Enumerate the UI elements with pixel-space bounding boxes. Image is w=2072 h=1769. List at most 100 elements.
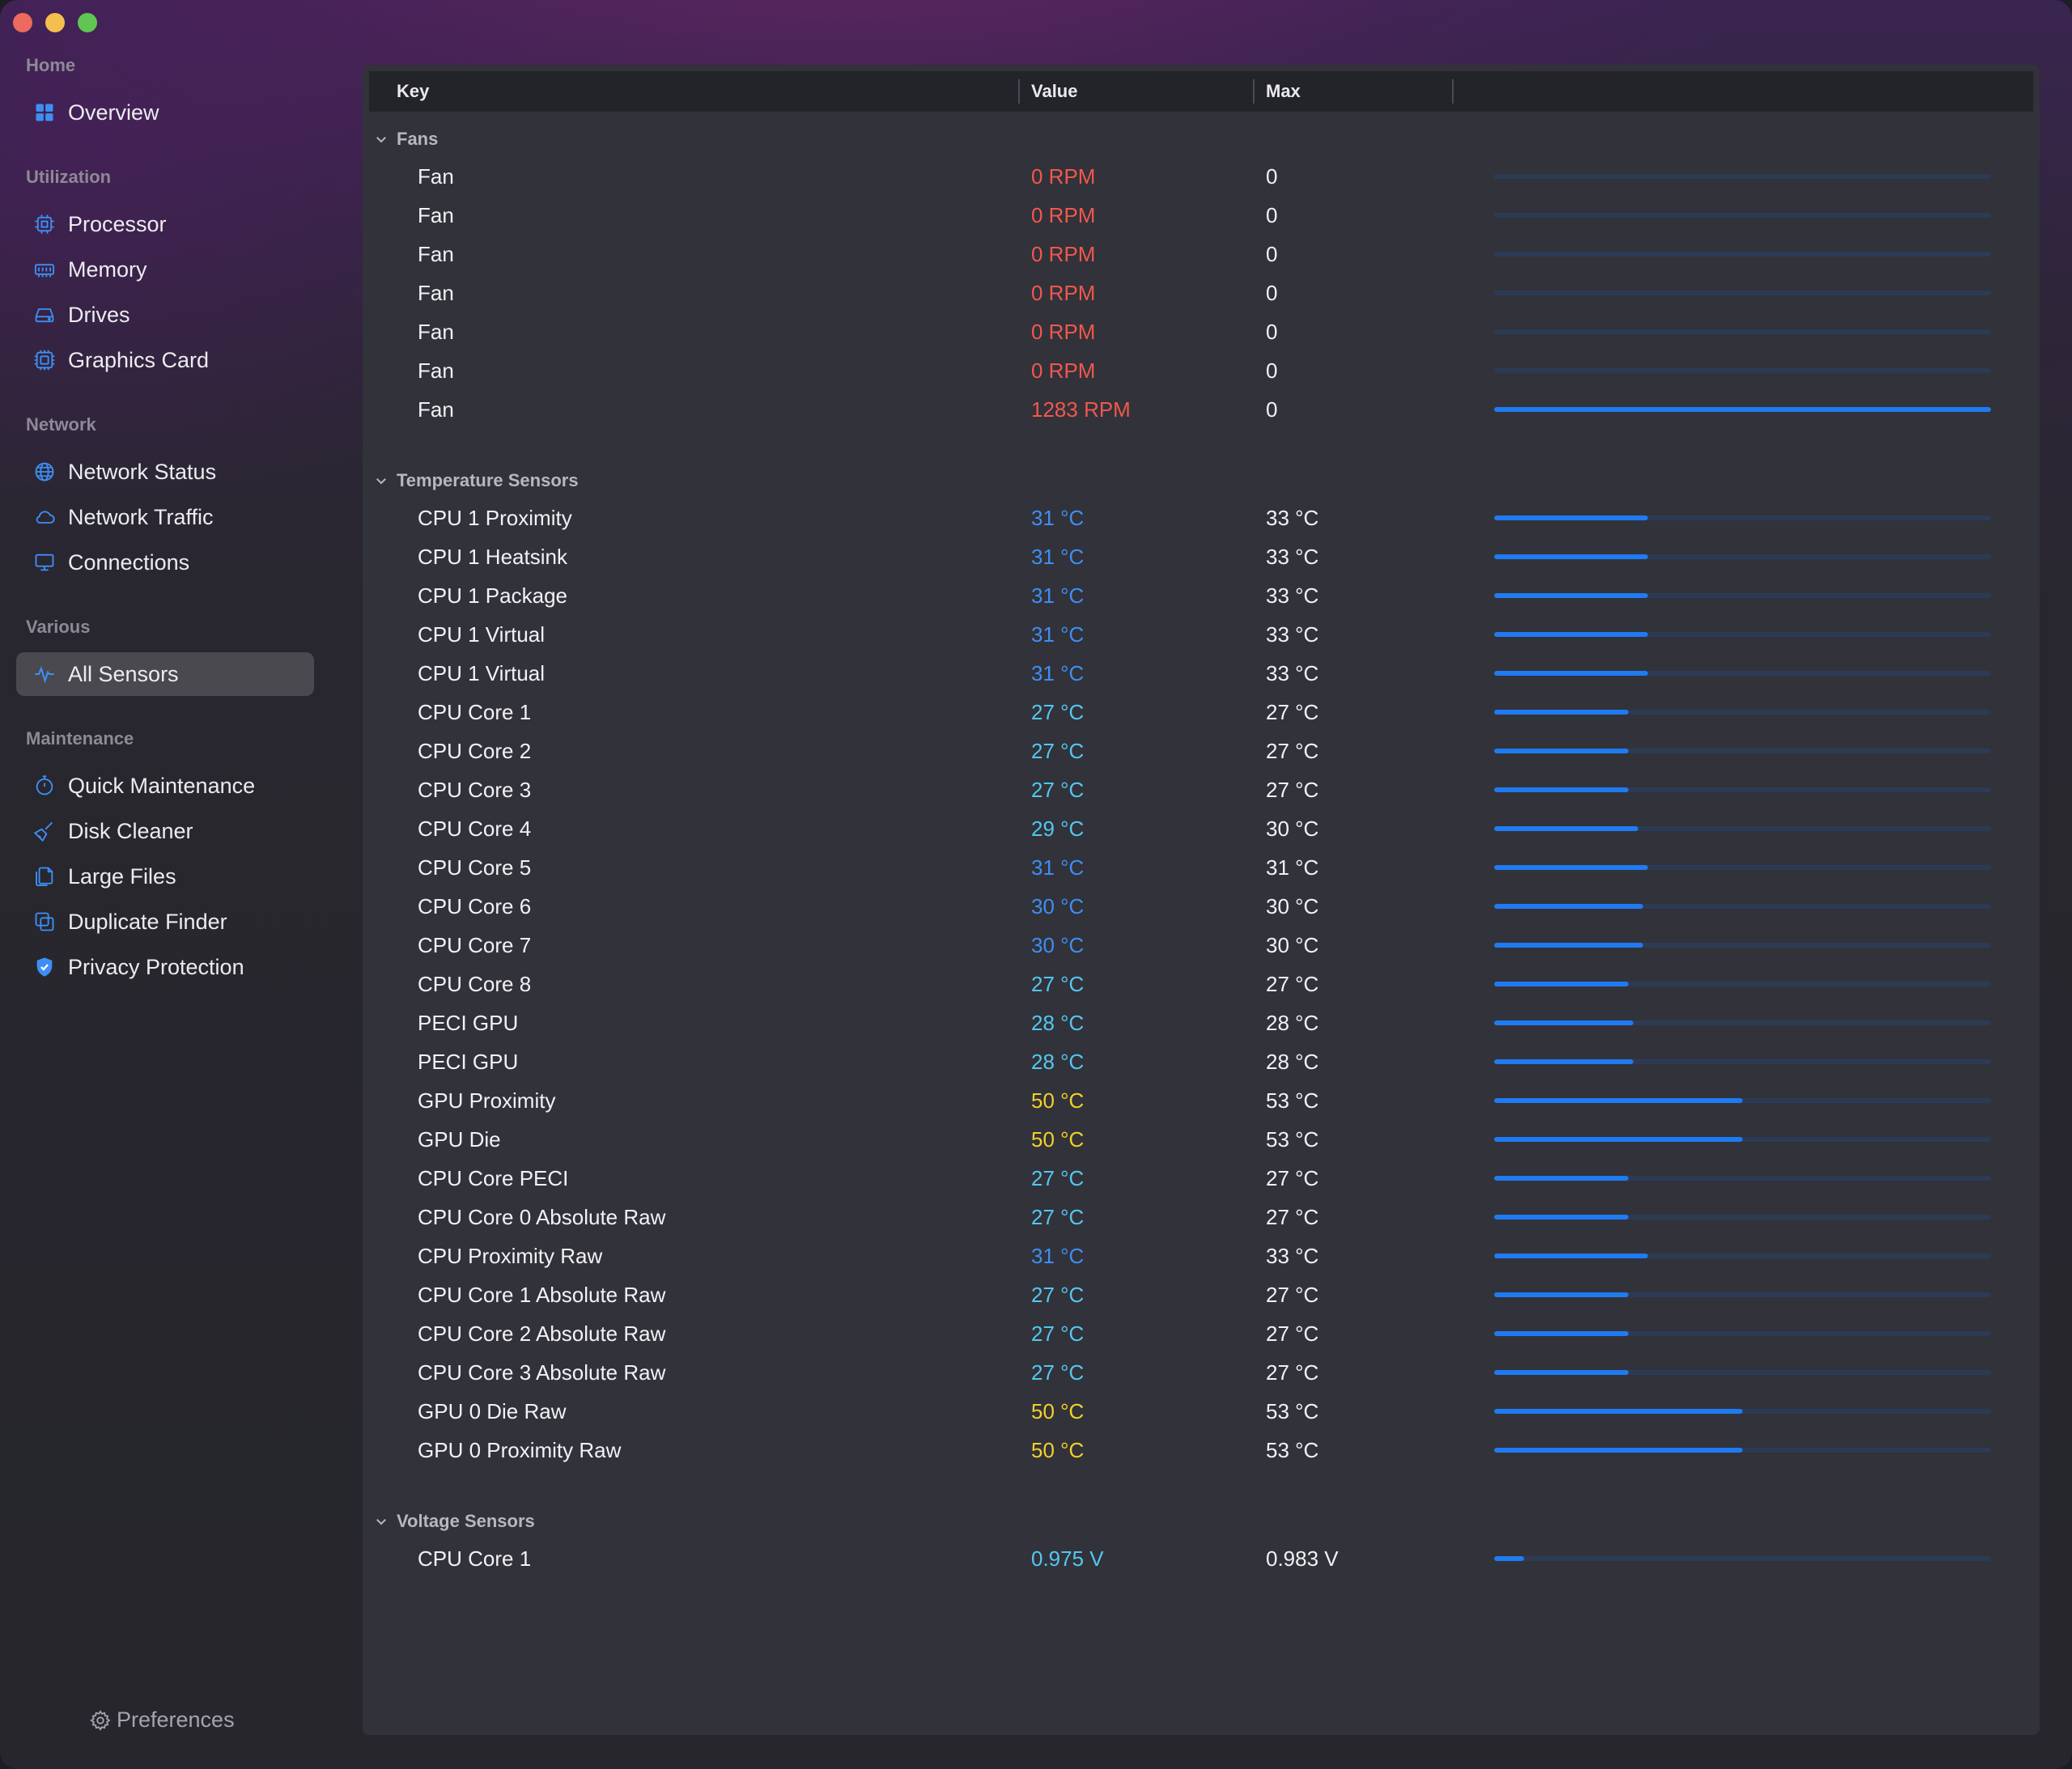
sensor-key: CPU Core PECI: [418, 1166, 569, 1190]
sidebar-item-privacy-protection[interactable]: Privacy Protection: [16, 945, 314, 989]
chevron-down-icon[interactable]: [374, 473, 388, 488]
sensor-value: 31 °C: [1031, 661, 1085, 685]
sidebar-item-connections[interactable]: Connections: [16, 541, 314, 584]
sensor-key: CPU 1 Virtual: [418, 622, 546, 647]
sensor-level-bar: [1494, 252, 1991, 257]
sensor-level-fill: [1494, 982, 1628, 986]
table-row[interactable]: Fan 0 RPM 0: [363, 235, 2040, 274]
table-row[interactable]: CPU 1 Proximity 31 °C 33 °C: [363, 498, 2040, 537]
table-row[interactable]: PECI GPU 28 °C 28 °C: [363, 1003, 2040, 1042]
sidebar-item-duplicate-finder[interactable]: Duplicate Finder: [16, 900, 314, 944]
table-row[interactable]: CPU Core 7 30 °C 30 °C: [363, 926, 2040, 965]
sidebar: Home Overview Utilization Processor Memory Dr…: [0, 0, 340, 1769]
column-header-max[interactable]: Max: [1266, 71, 1301, 112]
group-header-temperature-sensors[interactable]: Temperature Sensors: [374, 465, 579, 497]
table-row[interactable]: CPU Core 0 Absolute Raw 27 °C 27 °C: [363, 1198, 2040, 1237]
table-row[interactable]: CPU Core 1 27 °C 27 °C: [363, 693, 2040, 732]
table-row[interactable]: CPU Core 5 31 °C 31 °C: [363, 848, 2040, 887]
table-row[interactable]: CPU Proximity Raw 31 °C 33 °C: [363, 1237, 2040, 1275]
table-row[interactable]: CPU Core PECI 27 °C 27 °C: [363, 1159, 2040, 1198]
table-row[interactable]: CPU 1 Virtual 31 °C 33 °C: [363, 654, 2040, 693]
sidebar-item-network-status[interactable]: Network Status: [16, 450, 314, 494]
sensor-key: CPU Proximity Raw: [418, 1244, 603, 1268]
table-row[interactable]: Fan 0 RPM 0: [363, 351, 2040, 390]
sensor-level-bar: [1494, 1254, 1991, 1258]
sensor-key: CPU Core 1: [418, 1546, 532, 1571]
sensor-key: CPU 1 Proximity: [418, 506, 572, 530]
table-row[interactable]: Fan 0 RPM 0: [363, 196, 2040, 235]
preferences-button[interactable]: Preferences: [89, 1707, 235, 1733]
sidebar-item-drives[interactable]: Drives: [16, 293, 314, 337]
sidebar-item-memory[interactable]: Memory: [16, 248, 314, 291]
sensor-value: 27 °C: [1031, 778, 1085, 802]
table-row[interactable]: CPU Core 3 27 °C 27 °C: [363, 770, 2040, 809]
sensor-max: 27 °C: [1266, 1321, 1319, 1346]
table-row[interactable]: GPU Proximity 50 °C 53 °C: [363, 1081, 2040, 1120]
sensor-level-bar: [1494, 826, 1991, 831]
sidebar-item-label: Network Traffic: [68, 504, 214, 529]
group-header-fans[interactable]: Fans: [374, 123, 438, 155]
sensor-value: 0 RPM: [1031, 320, 1096, 344]
sidebar-item-network-traffic[interactable]: Network Traffic: [16, 495, 314, 539]
sidebar-item-label: Processor: [68, 211, 167, 236]
sensor-max: 28 °C: [1266, 1011, 1319, 1035]
sensor-max: 0: [1266, 164, 1278, 189]
sensor-max: 33 °C: [1266, 661, 1319, 685]
table-row[interactable]: Fan 0 RPM 0: [363, 312, 2040, 351]
sidebar-item-large-files[interactable]: Large Files: [16, 855, 314, 898]
sidebar-item-quick-maintenance[interactable]: Quick Maintenance: [16, 764, 314, 808]
sidebar-item-label: Drives: [68, 302, 130, 327]
table-row[interactable]: CPU Core 3 Absolute Raw 27 °C 27 °C: [363, 1353, 2040, 1392]
table-row[interactable]: CPU Core 1 0.975 V 0.983 V: [363, 1539, 2040, 1578]
sensor-key: CPU Core 2: [418, 739, 532, 763]
table-row[interactable]: CPU 1 Virtual 31 °C 33 °C: [363, 615, 2040, 654]
table-row[interactable]: CPU Core 2 27 °C 27 °C: [363, 732, 2040, 770]
table-row[interactable]: Fan 1283 RPM 0: [363, 390, 2040, 429]
sidebar-item-all-sensors[interactable]: All Sensors: [16, 652, 314, 696]
table-row[interactable]: CPU Core 1 Absolute Raw 27 °C 27 °C: [363, 1275, 2040, 1314]
chevron-down-icon[interactable]: [374, 1514, 388, 1529]
table-row[interactable]: CPU Core 4 29 °C 30 °C: [363, 809, 2040, 848]
sensor-level-bar: [1494, 1215, 1991, 1220]
sensor-value: 50 °C: [1031, 1438, 1085, 1462]
sensor-max: 33 °C: [1266, 1244, 1319, 1268]
sensor-max: 33 °C: [1266, 583, 1319, 608]
column-header-value[interactable]: Value: [1031, 71, 1077, 112]
table-row[interactable]: GPU 0 Proximity Raw 50 °C 53 °C: [363, 1431, 2040, 1470]
chevron-down-icon[interactable]: [374, 132, 388, 146]
sidebar-section-title: Various: [26, 617, 91, 637]
sensor-value: 31 °C: [1031, 1244, 1085, 1268]
table-row[interactable]: Fan 0 RPM 0: [363, 157, 2040, 196]
sensor-level-bar: [1494, 710, 1991, 715]
column-separator[interactable]: [1018, 79, 1020, 104]
table-row[interactable]: PECI GPU 28 °C 28 °C: [363, 1042, 2040, 1081]
table-row[interactable]: CPU 1 Heatsink 31 °C 33 °C: [363, 537, 2040, 576]
broom-icon: [32, 819, 57, 843]
sensor-max: 0: [1266, 358, 1278, 383]
sidebar-item-graphics-card[interactable]: Graphics Card: [16, 338, 314, 382]
column-separator[interactable]: [1253, 79, 1255, 104]
table-row[interactable]: CPU Core 6 30 °C 30 °C: [363, 887, 2040, 926]
sidebar-item-disk-cleaner[interactable]: Disk Cleaner: [16, 809, 314, 853]
table-row[interactable]: CPU Core 2 Absolute Raw 27 °C 27 °C: [363, 1314, 2040, 1353]
column-separator[interactable]: [1452, 79, 1454, 104]
sensor-value: 0 RPM: [1031, 242, 1096, 266]
sensor-max: 27 °C: [1266, 778, 1319, 802]
sensor-key: GPU Die: [418, 1127, 501, 1152]
sensor-value: 0.975 V: [1031, 1546, 1104, 1571]
sensor-value: 50 °C: [1031, 1127, 1085, 1152]
sensor-max: 30 °C: [1266, 894, 1319, 918]
sensor-level-fill: [1494, 826, 1639, 831]
column-header-key[interactable]: Key: [397, 71, 429, 112]
table-row[interactable]: Fan 0 RPM 0: [363, 274, 2040, 312]
sidebar-item-processor[interactable]: Processor: [16, 202, 314, 246]
table-row[interactable]: CPU Core 8 27 °C 27 °C: [363, 965, 2040, 1003]
sensor-level-bar: [1494, 368, 1991, 373]
table-row[interactable]: GPU 0 Die Raw 50 °C 53 °C: [363, 1392, 2040, 1431]
sidebar-item-overview[interactable]: Overview: [16, 91, 314, 134]
sensor-level-fill: [1494, 515, 1649, 520]
sensor-key: CPU Core 5: [418, 855, 532, 880]
table-row[interactable]: GPU Die 50 °C 53 °C: [363, 1120, 2040, 1159]
group-header-voltage-sensors[interactable]: Voltage Sensors: [374, 1505, 535, 1538]
table-row[interactable]: CPU 1 Package 31 °C 33 °C: [363, 576, 2040, 615]
